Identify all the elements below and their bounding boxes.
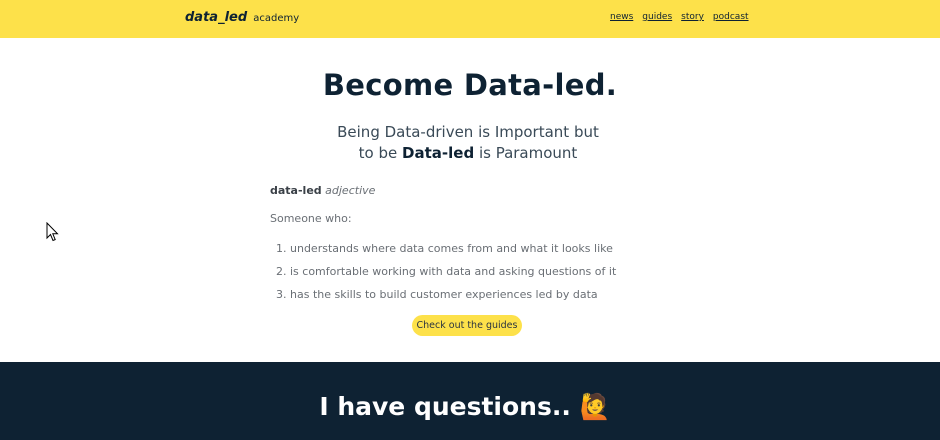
nav-link-news[interactable]: news: [610, 12, 633, 22]
subtitle-line-1: Being Data-driven is Important but: [337, 123, 599, 141]
hero-title: Become Data-led.: [322, 68, 618, 102]
definition-term-line: data-led adjective: [270, 182, 650, 200]
list-item: has the skills to build customer experie…: [290, 283, 616, 306]
main-nav: news guides story podcast: [610, 12, 749, 22]
subtitle-line-2: to be Data-led is Paramount: [0, 143, 936, 164]
nav-link-guides[interactable]: guides: [642, 12, 672, 22]
brand-logo[interactable]: data_led academy: [185, 10, 299, 25]
brand-suffix: academy: [253, 13, 300, 24]
list-item: understands where data comes from and wh…: [290, 237, 616, 260]
list-item: is comfortable working with data and ask…: [290, 260, 616, 283]
questions-section: I have questions.. 🙋: [0, 362, 940, 440]
definition-part-of-speech: adjective: [325, 184, 376, 197]
top-navbar: data_led academy news guides story podca…: [0, 0, 940, 38]
guides-cta-button[interactable]: Check out the guides: [412, 315, 522, 336]
hero-subtitle: Being Data-driven is Important but to be…: [0, 122, 936, 164]
mouse-pointer-icon: [46, 222, 59, 242]
definition-intro: Someone who:: [270, 212, 352, 225]
subtitle-emphasis: Data-led: [402, 144, 475, 162]
subtitle-post: is Paramount: [474, 144, 578, 162]
questions-title: I have questions.. 🙋: [319, 392, 611, 421]
nav-link-podcast[interactable]: podcast: [713, 12, 749, 22]
subtitle-pre: to be: [358, 144, 403, 162]
definition-term: data-led: [270, 184, 322, 197]
definition-block: data-led adjective Someone who: understa…: [270, 182, 650, 301]
nav-link-story[interactable]: story: [681, 12, 704, 22]
brand-name: data_led: [185, 10, 248, 25]
definition-list: understands where data comes from and wh…: [270, 237, 616, 306]
